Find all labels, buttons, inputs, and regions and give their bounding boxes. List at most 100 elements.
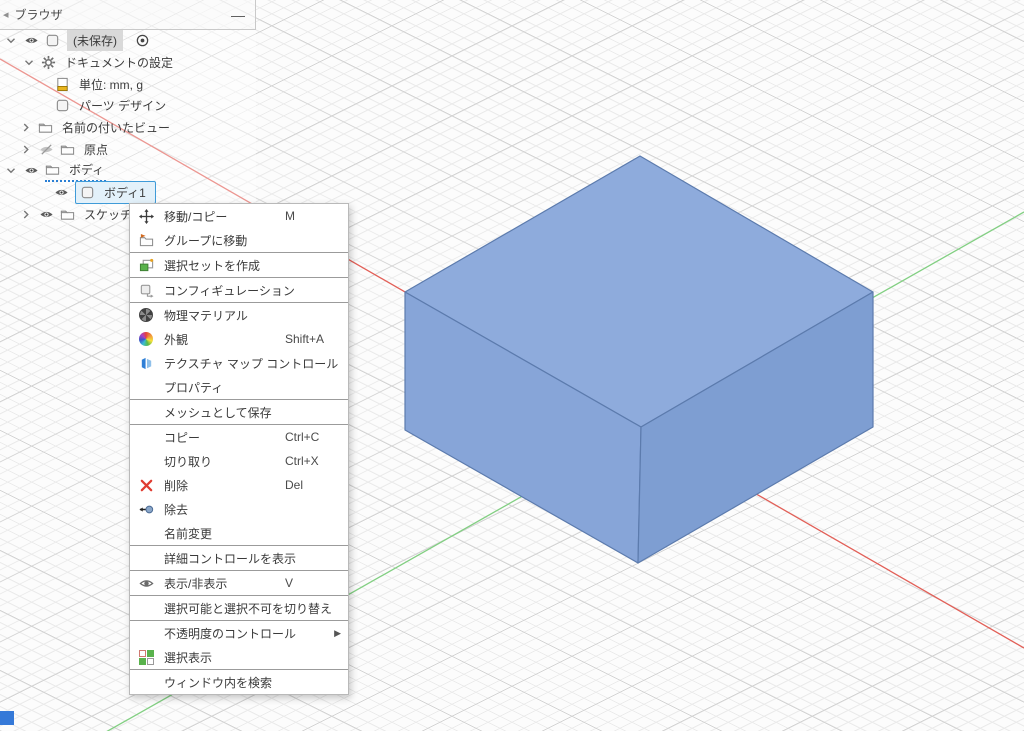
tree-item-label: ボディ xyxy=(67,160,106,179)
chevron-down-icon[interactable] xyxy=(4,164,18,178)
menu-item-label: 選択可能と選択不可を切り替え xyxy=(164,600,332,617)
menu-item-label: 表示/非表示 xyxy=(164,575,227,592)
tree-item-label: ボディ1 xyxy=(102,183,148,202)
menu-item-label: コピー xyxy=(164,429,200,446)
browser-panel-header: ◂ ブラウザ — xyxy=(0,0,256,30)
menu-item-12[interactable]: 除去 xyxy=(130,497,348,521)
eye-icon[interactable] xyxy=(38,207,55,221)
chevron-down-icon[interactable] xyxy=(4,34,18,48)
folder-icon xyxy=(60,207,75,222)
appearance-icon xyxy=(138,331,154,347)
menu-item-18[interactable]: 選択表示 xyxy=(130,645,348,669)
menu-item-16[interactable]: 選択可能と選択不可を切り替え xyxy=(130,596,348,620)
context-menu: 移動/コピー M グループに移動選択セットを作成コンフィギュレーション物理マテリアル… xyxy=(129,203,349,695)
menu-item-6[interactable]: テクスチャ マップ コントロール xyxy=(130,351,348,375)
menu-item-14[interactable]: 詳細コントロールを表示 xyxy=(130,546,348,570)
tree-row-ドキュメントの設定[interactable]: ドキュメントの設定 xyxy=(0,52,256,74)
chevron-right-icon[interactable] xyxy=(19,142,33,156)
texture-map-icon xyxy=(138,355,154,371)
menu-item-label: プロパティ xyxy=(164,379,223,396)
eye-icon[interactable] xyxy=(23,164,40,178)
menu-item-shortcut: V xyxy=(285,576,293,590)
menu-item-2[interactable]: 選択セットを作成 xyxy=(130,253,348,277)
menu-item-label: 選択セットを作成 xyxy=(164,257,260,274)
eye-icon[interactable] xyxy=(23,34,40,48)
tree-row-ボディ[interactable]: ボディ xyxy=(0,160,256,182)
menu-item-7[interactable]: プロパティ xyxy=(130,375,348,399)
submenu-arrow-icon: ▶ xyxy=(334,628,341,639)
menu-item-10[interactable]: 切り取り Ctrl+X xyxy=(130,449,348,473)
menu-item-0[interactable]: 移動/コピー M xyxy=(130,204,348,228)
menu-item-11[interactable]: 削除 Del xyxy=(130,473,348,497)
menu-item-label: テクスチャ マップ コントロール xyxy=(164,355,338,372)
folder-icon xyxy=(38,120,53,135)
menu-item-shortcut: Del xyxy=(285,478,303,492)
tree-row-ボディ1[interactable]: ボディ1 xyxy=(0,182,256,204)
menu-item-label: 名前変更 xyxy=(164,525,212,542)
tree-row-パーツ デザイン[interactable]: パーツ デザイン xyxy=(0,95,256,117)
menu-item-label: 削除 xyxy=(164,477,188,494)
menu-item-label: 切り取り xyxy=(164,453,212,470)
tree-row-単位: mm, g[interactable]: 単位: mm, g xyxy=(0,73,256,95)
menu-item-label: 外観 xyxy=(164,331,188,348)
body-icon xyxy=(80,185,95,200)
body1-box[interactable] xyxy=(405,156,873,563)
menu-item-15[interactable]: 表示/非表示 V xyxy=(130,571,348,595)
selected-item-box[interactable]: ボディ1 xyxy=(75,181,156,204)
menu-item-label: 移動/コピー xyxy=(164,208,227,225)
move-copy-icon xyxy=(138,208,154,224)
folder-icon xyxy=(60,142,75,157)
browser-tree: (未保存)ドキュメントの設定単位: mm, g パーツ デザイン名前の付いたビュー… xyxy=(0,30,256,225)
body-icon xyxy=(45,33,60,48)
move-to-group-icon xyxy=(138,232,154,248)
panel-title: ブラウザ xyxy=(15,6,221,23)
tree-item-label: 名前の付いたビュー xyxy=(60,118,172,137)
selection-display-icon xyxy=(138,649,154,665)
panel-collapse-icon[interactable]: ◂ xyxy=(0,8,15,21)
eye-icon[interactable] xyxy=(53,186,70,200)
menu-item-label: 詳細コントロールを表示 xyxy=(164,550,296,567)
delete-icon xyxy=(138,477,154,493)
physical-material-icon xyxy=(138,307,154,323)
tree-item-label: スケッチ xyxy=(82,205,134,224)
browser-panel: ◂ ブラウザ — (未保存)ドキュメントの設定単位: mm, gパーツ デザイン… xyxy=(0,0,256,30)
menu-item-label: コンフィギュレーション xyxy=(164,282,295,299)
panel-minimize-button[interactable]: — xyxy=(221,7,255,23)
menu-item-19[interactable]: ウィンドウ内を検索 xyxy=(130,670,348,694)
menu-item-17[interactable]: 不透明度のコントロール ▶ xyxy=(130,621,348,645)
eye-hidden-icon[interactable] xyxy=(38,142,55,156)
corner-accent-square xyxy=(0,711,14,725)
menu-item-shortcut: Ctrl+X xyxy=(285,454,319,468)
tree-item-label: パーツ デザイン xyxy=(77,96,168,115)
show-hide-icon xyxy=(138,575,154,591)
tree-row-名前の付いたビュー[interactable]: 名前の付いたビュー xyxy=(0,117,256,139)
chevron-right-icon[interactable] xyxy=(19,121,33,135)
menu-item-3[interactable]: コンフィギュレーション xyxy=(130,278,348,302)
body-icon xyxy=(55,98,70,113)
menu-item-label: ウィンドウ内を検索 xyxy=(164,674,272,691)
menu-item-shortcut: M xyxy=(285,209,295,223)
menu-item-label: 除去 xyxy=(164,501,188,518)
tree-item-label: 単位: mm, g xyxy=(77,75,145,94)
gear-icon xyxy=(41,55,56,70)
remove-icon xyxy=(138,501,154,517)
menu-item-9[interactable]: コピー Ctrl+C xyxy=(130,425,348,449)
menu-item-5[interactable]: 外観 Shift+A xyxy=(130,327,348,351)
configuration-icon xyxy=(138,282,154,298)
tree-row-(未保存)[interactable]: (未保存) xyxy=(0,30,256,52)
tree-item-label: ドキュメントの設定 xyxy=(63,53,175,72)
menu-item-1[interactable]: グループに移動 xyxy=(130,228,348,252)
menu-item-4[interactable]: 物理マテリアル xyxy=(130,303,348,327)
tree-row-原点[interactable]: 原点 xyxy=(0,138,256,160)
menu-item-shortcut: Ctrl+C xyxy=(285,430,319,444)
menu-item-label: 物理マテリアル xyxy=(164,307,248,324)
chevron-right-icon[interactable] xyxy=(19,207,33,221)
activate-radio-icon[interactable] xyxy=(135,33,150,48)
menu-item-13[interactable]: 名前変更 xyxy=(130,521,348,545)
menu-item-label: 不透明度のコントロール xyxy=(164,625,296,642)
menu-item-label: メッシュとして保存 xyxy=(164,404,272,421)
menu-item-shortcut: Shift+A xyxy=(285,332,324,346)
chevron-down-icon[interactable] xyxy=(22,56,36,70)
unit-document-icon xyxy=(55,77,70,92)
menu-item-8[interactable]: メッシュとして保存 xyxy=(130,400,348,424)
